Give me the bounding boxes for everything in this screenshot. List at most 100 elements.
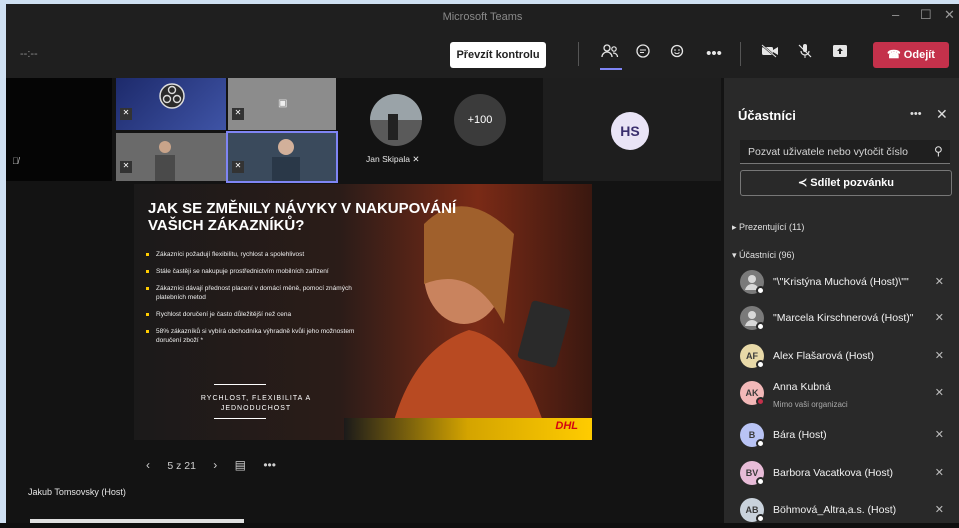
meeting-toolbar: --:-- Převzít kontrolu ••• ☎ Odejít bbox=[6, 30, 959, 78]
chat-icon[interactable] bbox=[631, 43, 655, 65]
hangup-icon: ☎ bbox=[887, 49, 904, 61]
slide-pager: ‹ 5 z 21 › ▤ ••• bbox=[146, 458, 276, 472]
share-invite-button[interactable]: ≺ Sdílet pozvánku bbox=[740, 170, 952, 196]
mic-off-icon: 🎙̸ bbox=[12, 156, 19, 166]
mic-off-icon: ✕ bbox=[934, 350, 944, 362]
active-tab-indicator bbox=[600, 68, 622, 70]
more-icon[interactable]: ••• bbox=[702, 43, 726, 65]
participant-row[interactable]: B Bára (Host) ✕ bbox=[740, 423, 952, 453]
camera-off-icon: ▣ bbox=[278, 98, 288, 109]
more-icon[interactable]: ••• bbox=[263, 458, 276, 472]
mic-off-icon: ✕ bbox=[934, 467, 944, 479]
mic-off-icon: ✕ bbox=[934, 429, 944, 441]
meeting-stage: 🎙̸ ✕ ▣ ✕ ✕ ✕ Jan Skipala ✕ +100 HS JAK S… bbox=[6, 78, 724, 523]
mic-off-icon[interactable] bbox=[793, 43, 817, 65]
invite-search-input[interactable] bbox=[740, 140, 950, 164]
video-tile[interactable]: ✕ bbox=[116, 133, 226, 181]
mic-off-icon: ✕ bbox=[232, 161, 244, 173]
taskbar-strip bbox=[30, 519, 244, 523]
slide-bullet: 58% zákazníků si vybírá obchodníka výhra… bbox=[146, 327, 356, 345]
dhl-logo: DHL bbox=[555, 420, 578, 432]
participant-row[interactable]: "\"Kristýna Muchová (Host)\"" ✕ bbox=[740, 270, 952, 300]
participant-row[interactable]: AF Alex Flašarová (Host) ✕ bbox=[740, 344, 952, 374]
person-video bbox=[155, 141, 175, 181]
participant-name: Barbora Vacatkova (Host) bbox=[773, 467, 894, 479]
slide-bullet: Zákazníci dávají přednost placení v domá… bbox=[146, 284, 356, 302]
presence-dot bbox=[756, 477, 765, 486]
participant-row[interactable]: AB Böhmová_Altra,a.s. (Host) ✕ bbox=[740, 498, 952, 528]
maximize-icon[interactable]: ☐ bbox=[920, 7, 932, 23]
close-window-icon[interactable]: ✕ bbox=[944, 7, 955, 23]
react-icon[interactable] bbox=[666, 43, 690, 65]
participant-name: Bára (Host) bbox=[773, 429, 827, 441]
window-title: Microsoft Teams bbox=[442, 11, 523, 23]
attendees-section-toggle[interactable]: ▾ Účastníci (96) bbox=[732, 250, 795, 261]
more-icon[interactable]: ••• bbox=[910, 108, 922, 120]
presence-dot bbox=[756, 439, 765, 448]
take-control-button[interactable]: Převzít kontrolu bbox=[450, 42, 546, 68]
close-icon[interactable]: ✕ bbox=[936, 106, 948, 123]
participant-name: Alex Flašarová (Host) bbox=[773, 350, 874, 362]
slide-bullet: Rychlost doručení je často důležitější n… bbox=[146, 310, 356, 319]
shared-slide: JAK SE ZMĚNILY NÁVYKY V NAKUPOVÁNÍ VAŠIC… bbox=[134, 184, 592, 440]
next-slide-icon[interactable]: › bbox=[213, 458, 217, 472]
overflow-participants-button[interactable]: +100 bbox=[454, 94, 506, 146]
participant-row[interactable]: AK Anna Kubná Mimo vaši organizaci ✕ bbox=[740, 381, 952, 411]
avatar-initials: HS bbox=[611, 112, 649, 150]
toolbar-divider bbox=[578, 42, 579, 66]
mic-off-icon: ✕ bbox=[934, 276, 944, 288]
mic-off-icon: ✕ bbox=[934, 312, 944, 324]
share-icon: ≺ bbox=[797, 177, 811, 189]
participant-name: Anna Kubná bbox=[773, 381, 831, 393]
slide-bullet: Stále častěji se nakupuje prostřednictví… bbox=[146, 267, 356, 276]
participant-name: Jan Skipala ✕ bbox=[366, 154, 419, 165]
mic-off-icon: ✕ bbox=[934, 387, 944, 399]
presence-dot bbox=[756, 322, 765, 331]
people-icon[interactable] bbox=[598, 43, 622, 65]
slide-heading: JAK SE ZMĚNILY NÁVYKY V NAKUPOVÁNÍ VAŠIC… bbox=[148, 200, 457, 234]
divider bbox=[214, 418, 266, 419]
slide-tagline: RYCHLOST, FLEXIBILITA A JEDNODUCHOST bbox=[200, 395, 312, 412]
presence-dot bbox=[756, 286, 765, 295]
mic-off-icon: ✕ bbox=[232, 108, 244, 120]
participant-org: Mimo vaši organizaci bbox=[773, 400, 848, 409]
participant-name-text: Jan Skipala bbox=[366, 154, 410, 164]
presence-dot bbox=[756, 397, 765, 406]
participant-name: Böhmová_Altra,a.s. (Host) bbox=[773, 504, 897, 516]
title-bar: Microsoft Teams – ☐ ✕ bbox=[6, 4, 959, 30]
camera-off-icon[interactable] bbox=[758, 43, 782, 65]
participants-panel: Účastníci ••• ✕ ⚲ ≺ Sdílet pozvánku ▸ Pr… bbox=[724, 78, 959, 523]
mic-off-icon: ✕ bbox=[412, 154, 420, 164]
participant-row[interactable]: "Marcela Kirschnerová (Host)" ✕ bbox=[740, 306, 952, 336]
mic-off-icon: ✕ bbox=[934, 504, 944, 516]
slides-overview-icon[interactable]: ▤ bbox=[235, 458, 246, 472]
video-tile[interactable]: ✕ bbox=[116, 78, 226, 130]
presence-dot bbox=[756, 360, 765, 369]
search-icon[interactable]: ⚲ bbox=[934, 144, 943, 158]
avatar[interactable] bbox=[370, 94, 422, 146]
prev-slide-icon[interactable]: ‹ bbox=[146, 458, 150, 472]
window-frame: Microsoft Teams – ☐ ✕ --:-- Převzít kont… bbox=[0, 0, 959, 523]
chevron-right-icon: ▸ bbox=[732, 222, 740, 232]
video-tile-active[interactable]: ✕ bbox=[226, 131, 338, 183]
leave-button[interactable]: ☎ Odejít bbox=[873, 42, 949, 68]
presenter-name: Jakub Tomsovsky (Host) bbox=[28, 487, 126, 497]
presenters-section-toggle[interactable]: ▸ Prezentující (11) bbox=[732, 222, 804, 233]
panel-title: Účastníci bbox=[738, 108, 796, 123]
meeting-timer: --:-- bbox=[20, 48, 38, 60]
video-tile[interactable]: HS bbox=[543, 78, 721, 181]
chevron-down-icon: ▾ bbox=[732, 250, 740, 260]
participant-name: "\"Kristýna Muchová (Host)\"" bbox=[773, 276, 909, 288]
video-tile[interactable]: 🎙̸ bbox=[6, 78, 112, 181]
participant-name: "Marcela Kirschnerová (Host)" bbox=[773, 312, 914, 324]
slide-bullet-list: Zákazníci požadují flexibilitu, rychlost… bbox=[146, 250, 356, 353]
toolbar-divider bbox=[740, 42, 741, 66]
slide-counter: 5 z 21 bbox=[167, 460, 196, 472]
share-icon[interactable] bbox=[828, 43, 852, 65]
leave-label: Odejít bbox=[903, 49, 935, 61]
video-tile[interactable]: ▣ ✕ bbox=[228, 78, 336, 130]
presenters-section-label: Prezentující (11) bbox=[739, 222, 805, 232]
minimize-icon[interactable]: – bbox=[892, 7, 899, 22]
divider bbox=[214, 384, 266, 385]
participant-row[interactable]: BV Barbora Vacatkova (Host) ✕ bbox=[740, 461, 952, 491]
